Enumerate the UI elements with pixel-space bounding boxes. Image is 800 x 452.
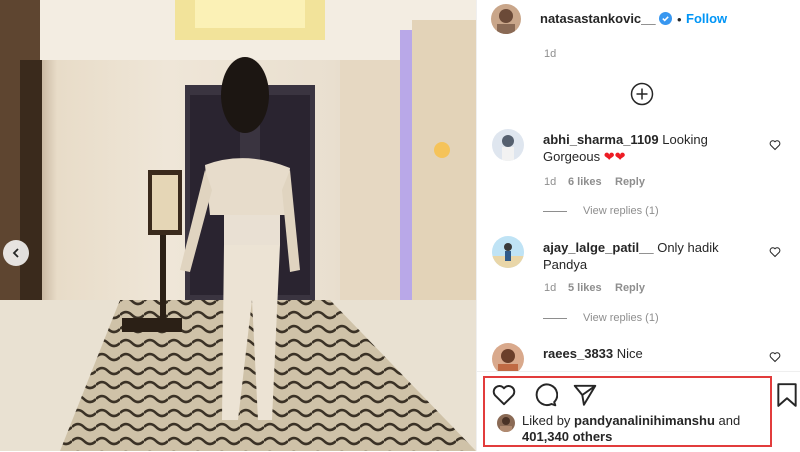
comment-avatar[interactable]	[492, 236, 524, 268]
replies-divider	[543, 210, 567, 212]
post-side-panel: natasastankovic__ • Follow 1d abhi_sharm…	[476, 0, 800, 452]
previous-photo-button[interactable]	[3, 240, 29, 266]
add-circle-icon[interactable]	[630, 82, 654, 106]
chevron-left-icon	[12, 248, 19, 258]
share-icon[interactable]	[572, 382, 598, 408]
reply-button[interactable]: Reply	[615, 176, 645, 188]
liker-avatar[interactable]	[497, 414, 515, 432]
verified-badge-icon	[659, 12, 672, 25]
view-replies-button[interactable]: View replies (1)	[543, 312, 659, 324]
comment-avatar[interactable]	[492, 129, 524, 161]
heart-outline-icon[interactable]	[769, 139, 781, 151]
likes-conjunction: and	[718, 413, 741, 428]
post-actions-bar: Liked by pandyanalinihimanshu and 401,34…	[477, 371, 800, 452]
liker-username[interactable]: pandyanalinihimanshu	[574, 413, 715, 428]
comment-text: Nice	[616, 346, 643, 361]
avatar-image	[497, 9, 515, 34]
post-header: natasastankovic__ • Follow	[477, 0, 800, 38]
comment-time: 1d	[544, 282, 557, 294]
likes-summary: Liked by pandyanalinihimanshu and	[522, 413, 792, 429]
comment-username[interactable]: raees_3833	[543, 346, 613, 361]
comment-body: raees_3833 Nice	[543, 345, 733, 362]
avatar-image	[502, 135, 514, 161]
likes-others-count[interactable]: 401,340 others	[522, 429, 612, 444]
comment-username[interactable]: ajay_lalge_patil__	[543, 240, 654, 255]
caption-timestamp: 1d	[544, 48, 557, 60]
view-replies-button[interactable]: View replies (1)	[543, 205, 659, 217]
author-username[interactable]: natasastankovic__	[540, 11, 656, 26]
author-avatar[interactable]	[491, 4, 521, 34]
comment-time: 1d	[544, 176, 557, 188]
comment-username[interactable]: abhi_sharma_1109	[543, 132, 659, 147]
reply-button[interactable]: Reply	[615, 282, 645, 294]
follow-button[interactable]: Follow	[686, 11, 727, 26]
likes-others[interactable]: 401,340 others	[522, 429, 612, 445]
like-heart-icon[interactable]	[491, 382, 517, 408]
heart-outline-icon[interactable]	[769, 351, 781, 363]
comment-likes[interactable]: 5 likes	[568, 282, 602, 294]
avatar-image	[500, 417, 512, 432]
likes-prefix: Liked by	[522, 413, 571, 428]
view-replies-label: View replies (1)	[583, 312, 659, 324]
heart-outline-icon[interactable]	[769, 246, 781, 258]
view-replies-label: View replies (1)	[583, 205, 659, 217]
comment-likes[interactable]: 6 likes	[568, 176, 602, 188]
comment-body: ajay_lalge_patil__ Only hadik Pandya	[543, 239, 733, 273]
bookmark-icon[interactable]	[775, 382, 799, 408]
post-photo[interactable]	[0, 0, 476, 451]
replies-divider	[543, 317, 567, 319]
avatar-image	[492, 243, 524, 268]
header-separator: •	[677, 12, 682, 27]
comment-body: abhi_sharma_1109 Looking Gorgeous ❤❤	[543, 131, 733, 165]
comment-icon[interactable]	[532, 382, 558, 408]
